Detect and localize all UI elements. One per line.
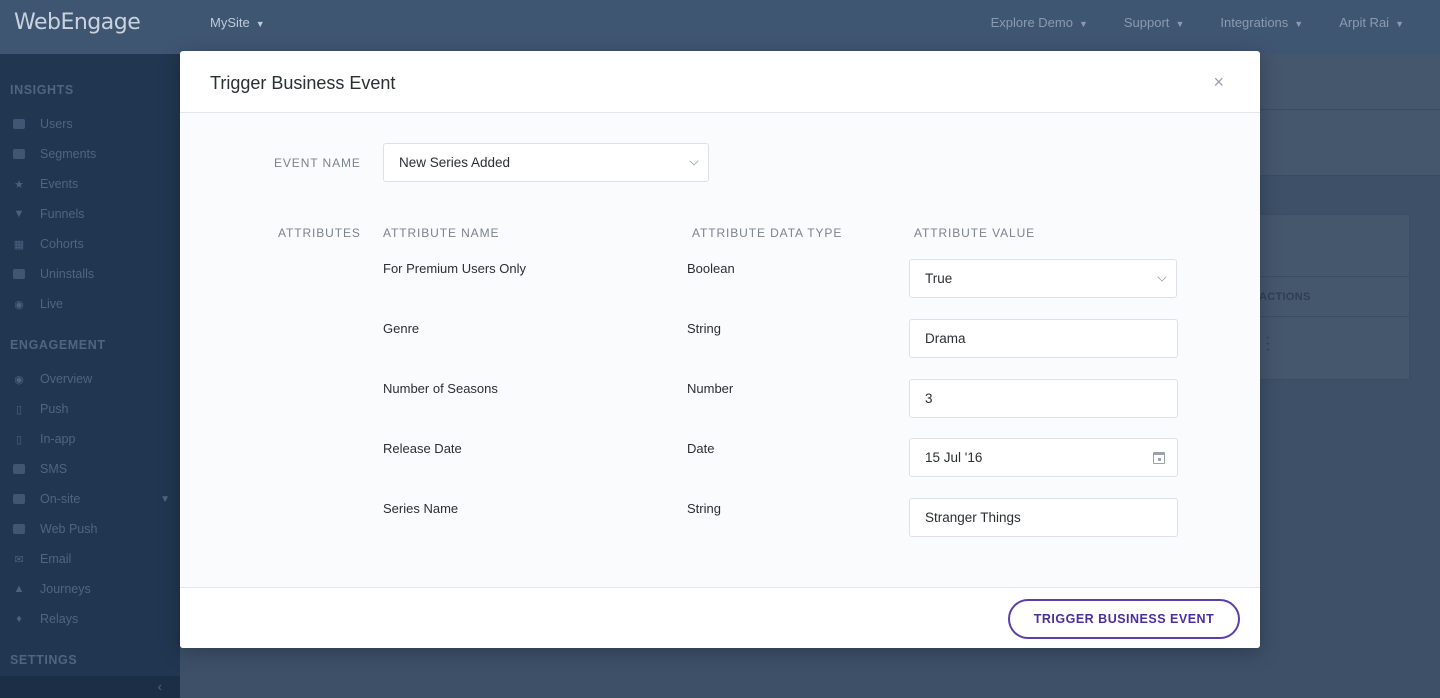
top-nav-links: Explore Demo ▼ Support ▼ Integrations ▼ Arp… [991, 15, 1404, 30]
attribute-data-type: Date [687, 441, 715, 456]
chevron-down-icon: ▼ [255, 18, 265, 29]
sidebar-item-email[interactable]: ✉ Email [10, 549, 170, 569]
attribute-data-type: String [687, 321, 721, 336]
background-table-card: ACTIONS · · · [1240, 214, 1410, 380]
sms-icon [10, 463, 28, 475]
funnel-icon: ▼ [13, 208, 25, 220]
attribute-value-select[interactable]: True [909, 259, 1177, 298]
sidebar: INSIGHTS Users Segments ★ Events ▼ Funnels… [0, 54, 180, 698]
attribute-name: Number of Seasons [383, 381, 498, 396]
sidebar-item-live[interactable]: ◉ Live [10, 294, 170, 314]
column-header-attribute-value: ATTRIBUTE VALUE [914, 226, 1036, 240]
sidebar-section-engagement: ENGAGEMENT [10, 338, 106, 352]
mobile-push-icon: ▯ [15, 403, 23, 416]
trigger-business-event-modal: Trigger Business Event × EVENT NAME New … [180, 51, 1260, 648]
trigger-business-event-button[interactable]: TRIGGER BUSINESS EVENT [1008, 599, 1240, 639]
email-icon: ✉ [14, 553, 24, 566]
attribute-value: 3 [925, 391, 933, 406]
attribute-value-input[interactable]: Stranger Things [909, 498, 1178, 537]
chevron-down-icon: ▼ [1175, 18, 1185, 29]
sidebar-item-web-push[interactable]: Web Push [10, 519, 170, 539]
sidebar-section-insights: INSIGHTS [10, 83, 74, 97]
sidebar-item-users[interactable]: Users [10, 114, 170, 134]
sidebar-section-settings: SETTINGS [10, 653, 78, 667]
site-switcher-label: MySite [210, 15, 250, 30]
sidebar-item-cohorts[interactable]: ▦ Cohorts [10, 234, 170, 254]
webengage-logo[interactable]: WebEngage [14, 10, 141, 35]
sidebar-item-sms[interactable]: SMS [10, 459, 170, 479]
attribute-value: Stranger Things [925, 510, 1021, 525]
sidebar-item-journeys[interactable]: ▲ Journeys [10, 579, 170, 599]
sidebar-item-in-app[interactable]: ▯ In-app [10, 429, 170, 449]
site-switcher[interactable]: MySite ▼ [210, 15, 265, 30]
modal-footer: TRIGGER BUSINESS EVENT [180, 587, 1260, 648]
users-icon [10, 118, 28, 130]
attribute-value: True [925, 271, 953, 286]
sidebar-item-overview[interactable]: ◉ Overview [10, 369, 170, 389]
nav-support[interactable]: Support ▼ [1124, 15, 1184, 30]
chevron-down-icon [689, 156, 699, 166]
event-name-label: EVENT NAME [274, 156, 361, 170]
eye-icon: ◉ [14, 373, 24, 386]
attribute-name: For Premium Users Only [383, 261, 527, 276]
segments-icon [10, 148, 28, 160]
close-icon[interactable]: × [1213, 73, 1224, 91]
sidebar-item-on-site[interactable]: On-site ▼ [10, 489, 170, 509]
column-header-attribute-name: ATTRIBUTE NAME [383, 226, 500, 240]
sidebar-item-events[interactable]: ★ Events [10, 174, 170, 194]
attribute-data-type: Number [687, 381, 734, 396]
attribute-value: 15 Jul '16 [925, 450, 983, 465]
sidebar-item-uninstalls[interactable]: Uninstalls [10, 264, 170, 284]
sidebar-collapse-button[interactable]: ‹ [0, 676, 180, 698]
relays-icon: ♦ [16, 613, 22, 625]
event-name-select[interactable]: New Series Added [383, 143, 709, 182]
nav-integrations[interactable]: Integrations ▼ [1220, 15, 1303, 30]
chevron-down-icon: ▼ [1078, 18, 1088, 29]
chevron-down-icon: ▼ [160, 493, 170, 505]
table-header-actions: ACTIONS [1241, 277, 1409, 317]
attribute-value: Drama [925, 331, 966, 346]
sidebar-item-funnels[interactable]: ▼ Funnels [10, 204, 170, 224]
modal-title: Trigger Business Event [210, 73, 396, 93]
attribute-value-input[interactable]: Drama [909, 319, 1178, 358]
chevron-down-icon: ▼ [1395, 18, 1404, 29]
on-site-icon [10, 493, 28, 505]
broadcast-icon: ◉ [14, 298, 24, 311]
sidebar-item-relays[interactable]: ♦ Relays [10, 609, 170, 629]
sidebar-item-segments[interactable]: Segments [10, 144, 170, 164]
modal-body: EVENT NAME New Series Added ATTRIBUTES A… [180, 113, 1260, 587]
journeys-icon: ▲ [13, 583, 25, 595]
grid-icon: ▦ [13, 238, 25, 251]
attribute-data-type: String [687, 501, 721, 516]
sidebar-item-push[interactable]: ▯ Push [10, 399, 170, 419]
star-icon: ★ [14, 178, 24, 191]
calendar-icon[interactable] [1153, 452, 1165, 464]
event-name-selected-value: New Series Added [399, 155, 511, 170]
column-header-attribute-data-type: ATTRIBUTE DATA TYPE [692, 226, 843, 240]
modal-header: Trigger Business Event × [180, 51, 1260, 113]
chevron-left-icon: ‹ [157, 679, 162, 694]
attribute-name: Series Name [383, 501, 459, 516]
chevron-down-icon [1157, 272, 1167, 282]
top-navigation-bar: WebEngage MySite ▼ Explore Demo ▼ Support ▼… [0, 0, 1440, 54]
attribute-name: Release Date [383, 441, 462, 456]
attribute-name: Genre [383, 321, 420, 336]
attributes-label: ATTRIBUTES [278, 226, 361, 240]
more-vertical-icon[interactable]: · · · [1265, 330, 1270, 358]
attribute-value-input[interactable]: 3 [909, 379, 1178, 418]
attribute-value-date-picker[interactable]: 15 Jul '16 [909, 438, 1178, 477]
attribute-data-type: Boolean [687, 261, 735, 276]
nav-user-menu[interactable]: Arpit Rai ▼ [1339, 15, 1404, 30]
web-push-icon [10, 523, 28, 535]
chevron-down-icon: ▼ [1294, 18, 1304, 29]
nav-explore-demo[interactable]: Explore Demo ▼ [991, 15, 1088, 30]
in-app-icon: ▯ [15, 433, 23, 446]
uninstall-icon [10, 268, 28, 280]
